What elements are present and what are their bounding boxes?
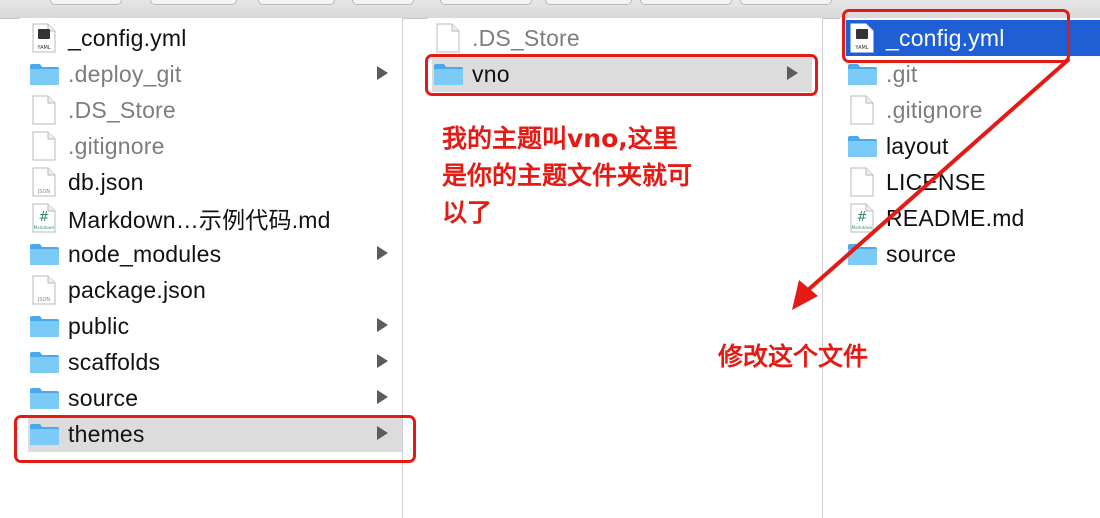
theme-annotation-line: 我的主题叫vno,这里: [442, 124, 678, 153]
annotation-arrow: [792, 58, 1070, 310]
theme-annotation-line: 是你的主题文件夹就可: [442, 161, 693, 190]
modify-annotation: 修改这个文件: [718, 342, 869, 371]
theme-annotation: 我的主题叫vno,这里 是你的主题文件夹就可 以了: [442, 120, 692, 231]
theme-annotation-line: 以了: [442, 198, 493, 227]
